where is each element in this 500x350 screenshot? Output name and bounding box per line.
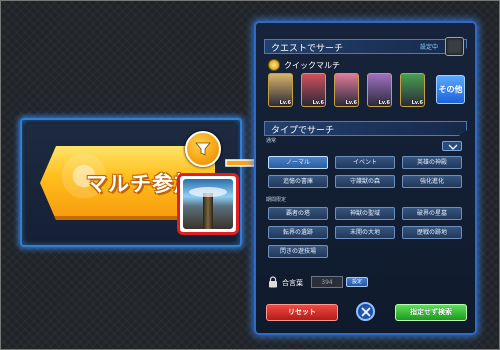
password-field[interactable]: 394 bbox=[311, 276, 343, 288]
search-panel: クエストでサーチ 設定中 クイックマルチ Lv.6 Lv.6 Lv.6 Lv.6 Lv.… bbox=[254, 21, 477, 335]
collapse-button[interactable] bbox=[442, 141, 462, 151]
normal-type-button[interactable]: 英雄の神殿 bbox=[402, 156, 462, 169]
normal-type-button[interactable]: 守護獣の森 bbox=[335, 175, 395, 188]
screen: マルチ参加 クエストでサーチ 設定中 クイックマルチ Lv.6 Lv.6 Lv.6 L… bbox=[0, 0, 500, 350]
quest-thumbnail bbox=[183, 179, 233, 229]
character-level: Lv.6 bbox=[279, 100, 291, 106]
character-icon[interactable]: Lv.6 bbox=[367, 73, 392, 107]
lock-icon bbox=[269, 276, 277, 288]
normal-type-button[interactable]: イベント bbox=[335, 156, 395, 169]
character-icon[interactable]: Lv.6 bbox=[268, 73, 293, 107]
character-level: Lv.6 bbox=[378, 100, 390, 106]
normal-category-label: 通常 bbox=[266, 138, 277, 144]
quest-search-title: クエストでサーチ bbox=[271, 44, 344, 54]
character-level: Lv.6 bbox=[411, 100, 423, 106]
limited-type-button[interactable]: 歴戦の跡地 bbox=[402, 226, 462, 239]
character-level: Lv.6 bbox=[345, 100, 357, 106]
limited-type-button[interactable]: 覇者の塔 bbox=[268, 207, 328, 220]
character-level: Lv.6 bbox=[312, 100, 324, 106]
filter-icon[interactable] bbox=[185, 131, 221, 167]
normal-type-button[interactable]: 追憶の書庫 bbox=[268, 175, 328, 188]
other-button[interactable]: その他 bbox=[436, 75, 465, 104]
limited-category-label: 期間限定 bbox=[266, 197, 287, 203]
quest-search-header: クエストでサーチ 設定中 bbox=[264, 39, 467, 54]
character-icon[interactable]: Lv.6 bbox=[334, 73, 359, 107]
quick-multi-label: クイックマルチ bbox=[284, 61, 340, 70]
close-icon bbox=[361, 307, 371, 317]
quick-multi-icon bbox=[268, 59, 280, 71]
character-icon[interactable]: Lv.6 bbox=[301, 73, 326, 107]
normal-type-button[interactable]: 強化進化 bbox=[402, 175, 462, 188]
limited-type-button[interactable]: 神獣の聖域 bbox=[335, 207, 395, 220]
setting-status: 設定中 bbox=[420, 44, 439, 51]
type-search-header: タイプでサーチ bbox=[264, 121, 467, 136]
character-icon[interactable]: Lv.6 bbox=[400, 73, 425, 107]
type-search-title: タイプでサーチ bbox=[271, 126, 335, 136]
password-label: 合言葉 bbox=[282, 279, 303, 287]
limited-type-button[interactable]: 閃きの遊技場 bbox=[268, 245, 328, 258]
limited-type-button[interactable]: 未開の大地 bbox=[335, 226, 395, 239]
limited-type-button[interactable]: 転界の遺跡 bbox=[268, 226, 328, 239]
reset-button[interactable]: リセット bbox=[266, 304, 338, 321]
search-without-filter-button[interactable]: 指定せず検索 bbox=[395, 304, 467, 321]
limited-type-button[interactable]: 破界の星墓 bbox=[402, 207, 462, 220]
chevron-down-icon bbox=[448, 144, 458, 150]
password-set-button[interactable]: 設定 bbox=[346, 277, 368, 287]
quest-search-toggle[interactable] bbox=[445, 37, 464, 56]
quest-thumbnail-highlight[interactable] bbox=[177, 173, 239, 235]
normal-type-button[interactable]: ノーマル bbox=[268, 156, 328, 169]
close-button[interactable] bbox=[356, 302, 375, 321]
